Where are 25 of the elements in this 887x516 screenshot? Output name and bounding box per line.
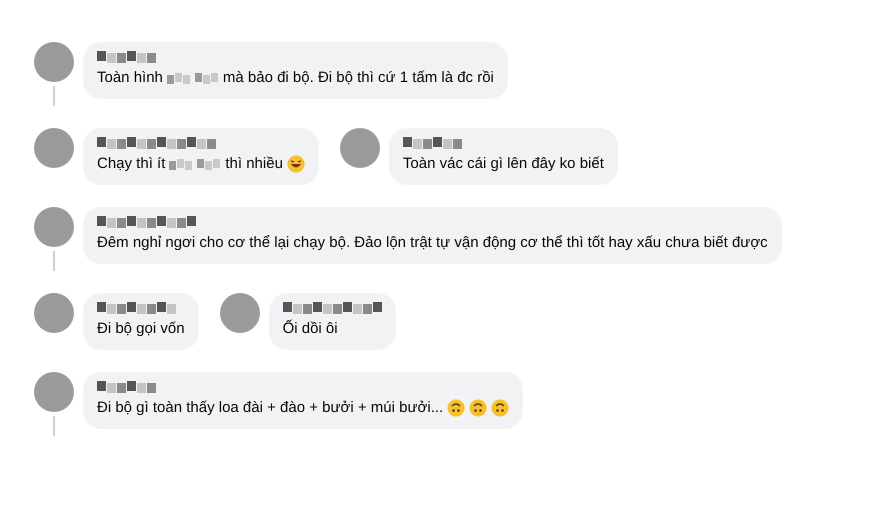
laughing-face-icon (286, 155, 305, 173)
avatar-placeholder[interactable] (34, 128, 74, 168)
upside-down-face-icon (491, 399, 510, 417)
avatar-placeholder[interactable] (34, 293, 74, 333)
comment-text: Ối dồi ôi (282, 318, 338, 339)
upside-down-face-icon (447, 399, 466, 417)
comment-text: Chạy thì ít (97, 154, 166, 174)
avatar-placeholder[interactable] (340, 128, 380, 168)
comment-text: Đi bộ gì toàn thấy loa đài + đào + bưởi + múi bưởi... (97, 398, 444, 418)
comment-text: Toàn hình (97, 68, 163, 88)
pixelated-name-drawing (97, 50, 156, 63)
comment-text: mà bảo đi bộ. Đi bộ thì cứ 1 tấm là đc rồi (222, 68, 494, 88)
pixelated-name-drawing (402, 136, 462, 149)
pixelated-text-drawing (169, 157, 222, 171)
avatar-placeholder[interactable] (220, 293, 260, 333)
avatar-placeholder[interactable] (34, 42, 74, 82)
comment-text: Đêm nghỉ ngơi cho cơ thể lại chạy bộ. Đảo lộn trật tự vận động cơ thể thì tốt hay xấu chưa biết được (97, 233, 768, 253)
comment-text: Đi bộ gọi vốn (97, 319, 185, 339)
comment-text: thì nhiều (225, 154, 283, 174)
avatar-placeholder[interactable] (34, 372, 74, 412)
pixelated-name-drawing (97, 380, 156, 393)
comment-text: Toàn vác cái gì lên đây ko biết (402, 154, 604, 174)
upside-down-face-icon (469, 399, 488, 417)
avatar-placeholder[interactable] (34, 207, 74, 247)
pixelated-text-drawing (166, 71, 219, 85)
